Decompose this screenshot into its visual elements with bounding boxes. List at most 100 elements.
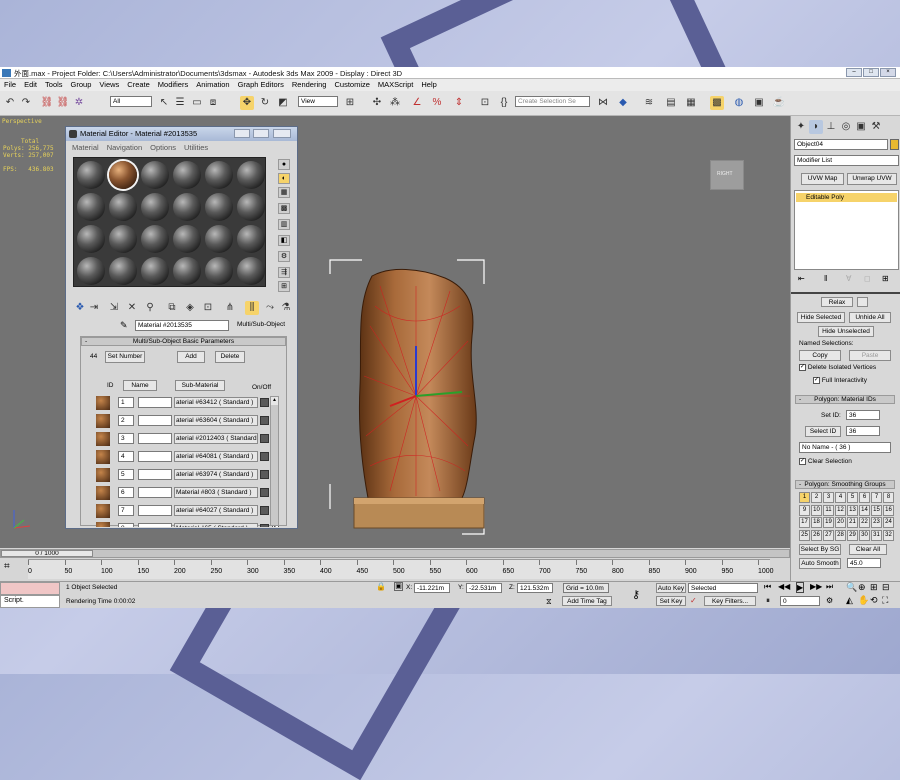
material-slot[interactable] — [77, 257, 105, 285]
smoothing-group-button[interactable]: 5 — [847, 492, 858, 503]
material-ids-rollout-header[interactable]: - Polygon: Material IDs — [795, 395, 895, 404]
smoothing-group-button[interactable]: 9 — [799, 504, 810, 516]
smoothing-group-button[interactable]: 31 — [871, 529, 882, 541]
undo-icon[interactable]: ↶ — [3, 96, 17, 110]
set-key-icon[interactable]: ⚷ — [632, 588, 640, 601]
material-slot[interactable] — [109, 257, 137, 285]
submaterial-color-swatch[interactable] — [260, 416, 269, 425]
smoothing-group-button[interactable]: 13 — [847, 504, 858, 516]
submaterial-id[interactable]: 6 — [118, 487, 134, 498]
unhide-all-button[interactable]: Unhide All — [849, 312, 891, 323]
submaterial-swatch[interactable] — [96, 432, 110, 446]
submaterial-name-field[interactable] — [138, 451, 172, 462]
select-scale-icon[interactable]: ◩ — [276, 96, 290, 110]
hierarchy-tab-icon[interactable]: ⊥ — [824, 120, 838, 134]
material-editor-titlebar[interactable]: Material Editor - Material #2013535 — [66, 127, 297, 141]
minimize-button[interactable]: – — [846, 68, 862, 77]
submaterial-row[interactable]: 1aterial #63412 ( Standard )✓ — [96, 395, 279, 412]
submaterial-button[interactable]: aterial #63974 ( Standard ) — [174, 469, 258, 480]
go-to-parent-icon[interactable]: ⫼ — [245, 301, 259, 315]
submaterial-id[interactable]: 1 — [118, 397, 134, 408]
smoothing-group-button[interactable]: 22 — [859, 517, 870, 528]
submaterial-row[interactable]: 7aterial #64027 ( Standard )✓ — [96, 503, 279, 520]
configure-modifier-sets-icon[interactable]: ⊞ — [882, 274, 889, 283]
material-slot[interactable] — [173, 161, 201, 189]
relax-settings-button[interactable] — [857, 297, 868, 307]
window-crossing-icon[interactable]: ⧈ — [206, 96, 220, 110]
material-slot[interactable] — [237, 225, 265, 253]
submaterial-row[interactable]: 3aterial #2012403 ( Standard )✓ — [96, 431, 279, 448]
align-icon[interactable]: ◆ — [616, 96, 630, 110]
link-icon[interactable]: ⛓ — [40, 96, 54, 110]
menu-modifiers[interactable]: Modifiers — [154, 79, 192, 90]
uvw-map-button[interactable]: UVW Map — [801, 173, 844, 185]
snaps-toggle-icon[interactable]: ⁂ — [388, 96, 402, 110]
angle-snap-icon[interactable]: ∠ — [410, 96, 424, 110]
set-key-button[interactable]: Set Key — [656, 596, 686, 606]
submaterial-color-swatch[interactable] — [260, 452, 269, 461]
auto-smooth-spinner[interactable]: 45.0 — [847, 558, 881, 568]
spinner-snap-icon[interactable]: ⇕ — [452, 96, 466, 110]
material-slot[interactable] — [77, 161, 105, 189]
submaterial-scrollbar[interactable]: ▲ — [270, 396, 279, 526]
time-slider-thumb[interactable]: 0 / 1000 — [1, 550, 93, 557]
smoothing-group-button[interactable]: 17 — [799, 517, 810, 528]
material-editor-icon[interactable]: ▩ — [710, 96, 724, 110]
smoothing-group-button[interactable]: 25 — [799, 529, 810, 541]
submaterial-row[interactable]: 2aterial #63604 ( Standard )✓ — [96, 413, 279, 430]
menu-maxscript[interactable]: MAXScript — [374, 79, 417, 90]
menu-animation[interactable]: Animation — [192, 79, 233, 90]
zoom-all-icon[interactable]: ⊕ — [858, 582, 866, 593]
smoothing-group-button[interactable]: 10 — [811, 504, 822, 516]
material-type-button[interactable]: Multi/Sub-Object — [233, 320, 289, 331]
assign-to-selection-icon[interactable]: ⇲ — [107, 301, 121, 315]
id-column-header[interactable]: ID — [107, 382, 114, 389]
create-tab-icon[interactable]: ✦ — [794, 120, 808, 134]
submaterial-button[interactable]: aterial #63412 ( Standard ) — [174, 397, 258, 408]
smoothing-group-button[interactable]: 32 — [883, 529, 894, 541]
unwrap-uvw-button[interactable]: Unwrap UVW — [847, 173, 897, 185]
smoothing-group-button[interactable]: 12 — [835, 504, 846, 516]
menu-tools[interactable]: Tools — [41, 79, 67, 90]
material-name-select-dropdown[interactable]: No Name - ( 36 ) — [799, 442, 891, 453]
submaterial-row[interactable]: 5aterial #63974 ( Standard )✓ — [96, 467, 279, 484]
hide-selected-button[interactable]: Hide Selected — [797, 312, 845, 323]
smoothing-group-button[interactable]: 15 — [871, 504, 882, 516]
layer-manager-icon[interactable]: ≋ — [642, 96, 656, 110]
menu-customize[interactable]: Customize — [330, 79, 373, 90]
goto-start-icon[interactable]: ⏮ — [764, 582, 771, 592]
set-number-button[interactable]: Set Number — [105, 351, 145, 363]
select-by-material-icon[interactable]: ⇶ — [278, 267, 290, 278]
maxscript-listener[interactable] — [0, 582, 60, 595]
material-slot[interactable] — [237, 257, 265, 285]
clear-all-button[interactable]: Clear All — [849, 544, 887, 555]
timeline-ruler[interactable]: 0 50 100 150 200 250 300 350 400 450 500 550 600 650 7… — [28, 559, 774, 579]
maximize-viewport-icon[interactable]: ⛶ — [882, 595, 888, 606]
select-object-icon[interactable]: ↖ — [157, 96, 171, 110]
submaterial-name-field[interactable] — [138, 469, 172, 480]
utilities-tab-icon[interactable]: ⚒ — [869, 120, 883, 134]
material-slot[interactable] — [205, 257, 233, 285]
make-unique-modifier-icon[interactable]: ∀ — [846, 274, 851, 283]
smoothing-group-button[interactable]: 11 — [823, 504, 834, 516]
submaterial-row[interactable]: 6Material #803 ( Standard )✓ — [96, 485, 279, 502]
smoothing-group-button[interactable]: 26 — [811, 529, 822, 541]
submaterial-color-swatch[interactable] — [260, 470, 269, 479]
show-end-result-toggle-icon[interactable]: ‖ — [824, 274, 827, 283]
pan-icon[interactable]: ✋ — [858, 595, 869, 606]
zoom-extents-all-icon[interactable]: ⊟ — [882, 582, 890, 593]
submaterial-swatch[interactable] — [96, 522, 110, 527]
name-column-header[interactable]: Name — [123, 380, 157, 391]
select-manipulate-icon[interactable]: ✣ — [370, 96, 384, 110]
set-id-spinner[interactable]: 36 — [846, 410, 880, 420]
edit-named-selection-icon[interactable]: ⊡ — [478, 96, 492, 110]
curve-editor-icon[interactable]: ▤ — [664, 96, 678, 110]
material-sample-slots[interactable] — [73, 157, 266, 287]
relax-button[interactable]: Relax — [821, 297, 853, 307]
zoom-extents-icon[interactable]: ⊞ — [870, 582, 878, 593]
smoothing-group-button[interactable]: 18 — [811, 517, 822, 528]
material-slot[interactable] — [237, 161, 265, 189]
orbit-icon[interactable]: ⟲ — [870, 595, 878, 606]
object-name-field[interactable]: Object04 — [794, 139, 888, 150]
hide-unselected-button[interactable]: Hide Unselected — [818, 326, 874, 337]
